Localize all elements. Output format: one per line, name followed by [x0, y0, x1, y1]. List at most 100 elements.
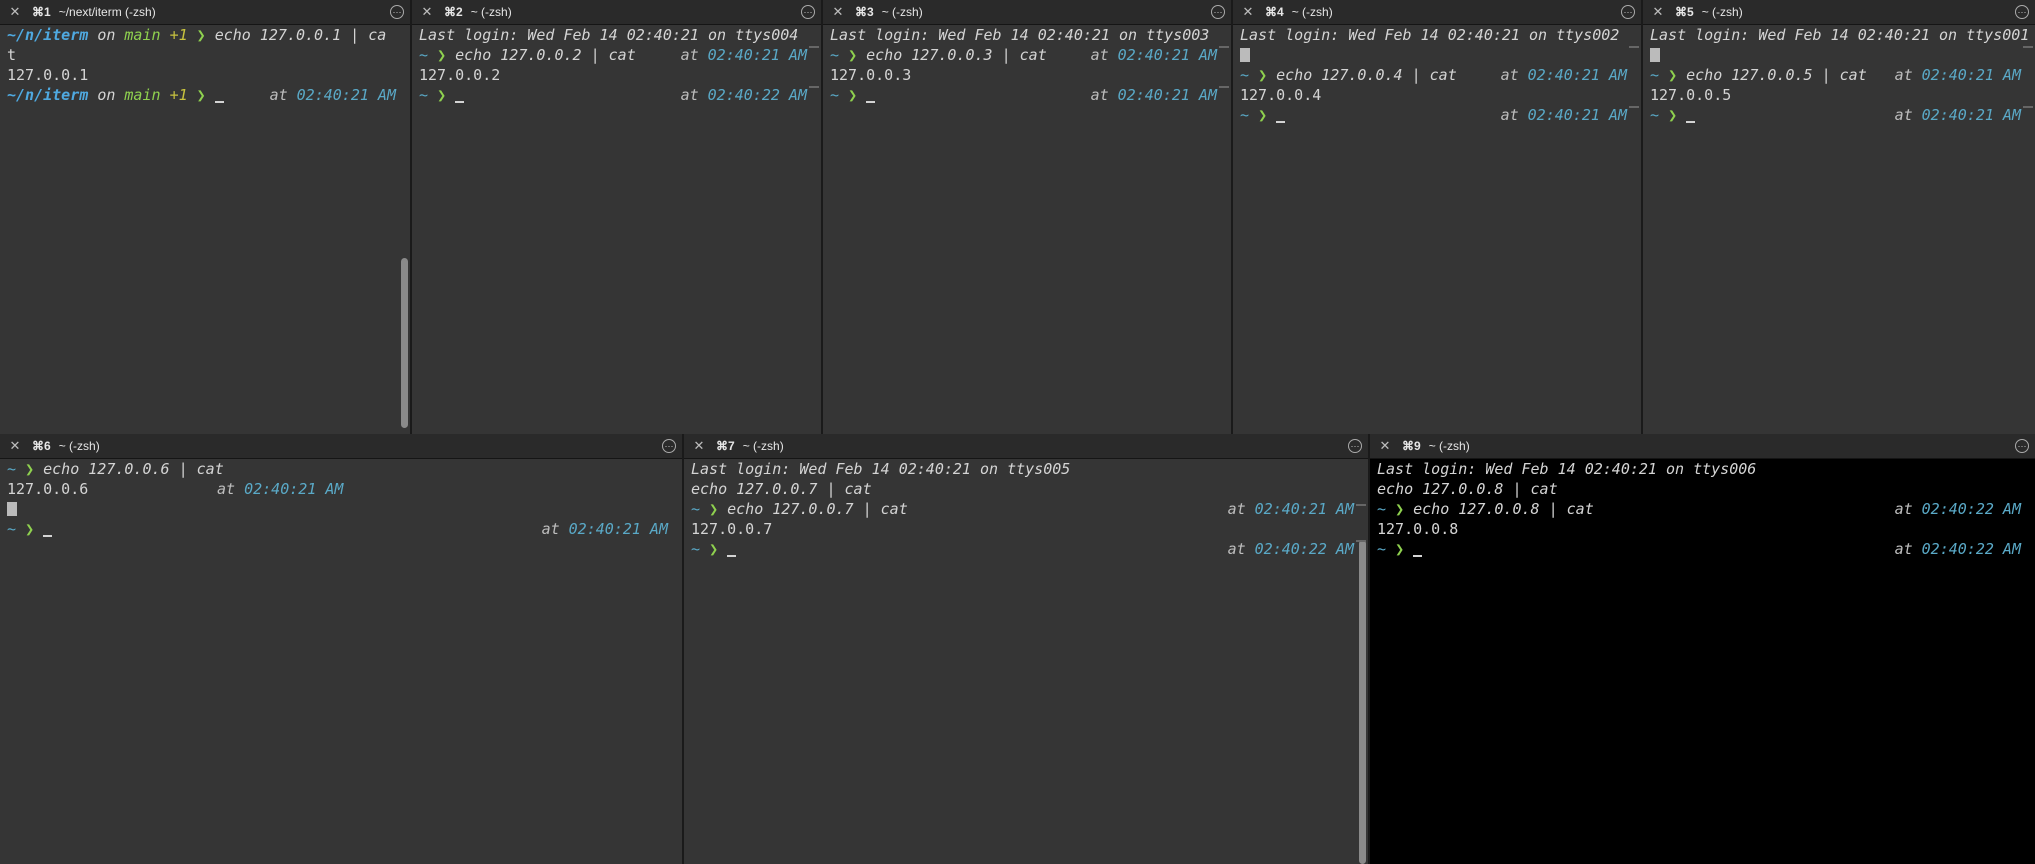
scroll-mark	[2023, 106, 2033, 108]
ellipsis-icon[interactable]: ···	[662, 439, 676, 453]
terminal-pane-5[interactable]: ✕ ⌘5 ~ (-zsh) ··· Last login: Wed Feb 14 02:…	[1643, 0, 2035, 434]
pane-tab[interactable]: ✕ ⌘5 ~ (-zsh) ···	[1643, 0, 2035, 25]
terminal-pane-7[interactable]: ✕ ⌘7 ~ (-zsh) ··· Last login: Wed Feb 14 02:…	[684, 434, 1370, 864]
tab-title: ~ (-zsh)	[470, 5, 512, 19]
terminal-pane-9[interactable]: ✕ ⌘9 ~ (-zsh) ··· Last login: Wed Feb 14 02:…	[1370, 434, 2035, 864]
terminal-pane-3[interactable]: ✕ ⌘3 ~ (-zsh) ··· Last login: Wed Feb 14 02:…	[823, 0, 1233, 434]
prompt-arrow-icon: ❯	[709, 500, 719, 518]
terminal-output[interactable]: Last login: Wed Feb 14 02:40:21 on ttys0…	[1643, 25, 2035, 434]
terminal-pane-1[interactable]: ✕ ⌘1 ~/next/iterm (-zsh) ··· ~/n/iterm on ma…	[0, 0, 412, 434]
on-text: on	[97, 26, 116, 44]
close-icon[interactable]: ✕	[8, 438, 22, 454]
pane-tab[interactable]: ✕ ⌘9 ~ (-zsh) ···	[1370, 434, 2035, 459]
terminal-output[interactable]: Last login: Wed Feb 14 02:40:21 on ttys0…	[1233, 25, 1641, 434]
prompt-arrow-icon: ❯	[1258, 66, 1268, 84]
tab-title: ~ (-zsh)	[742, 439, 784, 453]
terminal-line: 127.0.0.4	[1240, 85, 1641, 105]
terminal-output[interactable]: Last login: Wed Feb 14 02:40:21 on ttys0…	[684, 459, 1368, 864]
close-icon[interactable]: ✕	[1241, 4, 1255, 20]
prompt-arrow-icon: ❯	[848, 86, 858, 104]
top-pane-row: ✕ ⌘1 ~/next/iterm (-zsh) ··· ~/n/iterm on ma…	[0, 0, 2035, 434]
terminal-line: Last login: Wed Feb 14 02:40:21 on ttys0…	[691, 459, 1368, 479]
close-icon[interactable]: ✕	[831, 4, 845, 20]
at-label: at	[1894, 500, 1913, 518]
terminal-pane-6[interactable]: ✕ ⌘6 ~ (-zsh) ··· ~ ❯ echo 127.0.0.6 | cat 12…	[0, 434, 684, 864]
text-cursor	[866, 101, 876, 103]
tab-title: ~ (-zsh)	[58, 439, 100, 453]
timestamp: at 02:40:21 AM	[1895, 105, 2021, 125]
ellipsis-icon[interactable]: ···	[390, 5, 404, 19]
terminal-line: ~/n/iterm on main +1 ❯ at 02:40:21 AM	[7, 85, 410, 105]
at-label: at	[269, 86, 288, 104]
prompt-arrow-icon: ❯	[25, 520, 35, 538]
scrollbar-thumb[interactable]	[401, 258, 408, 428]
ellipsis-icon[interactable]: ···	[1621, 5, 1635, 19]
pane-tab[interactable]: ✕ ⌘7 ~ (-zsh) ···	[684, 434, 1368, 459]
pane-tab[interactable]: ✕ ⌘1 ~/next/iterm (-zsh) ···	[0, 0, 410, 25]
prompt-tilde: ~	[1240, 106, 1250, 124]
timestamp: at 02:40:21 AM	[1895, 65, 2021, 85]
ellipsis-icon[interactable]: ···	[1348, 439, 1362, 453]
git-branch: main	[124, 26, 161, 44]
close-icon[interactable]: ✕	[1378, 438, 1392, 454]
pane-tab[interactable]: ✕ ⌘2 ~ (-zsh) ···	[412, 0, 821, 25]
time-value: 02:40:21 AM	[1527, 66, 1627, 84]
text-cursor	[1276, 121, 1286, 123]
scroll-mark	[809, 86, 819, 88]
terminal-output[interactable]: ~ ❯ echo 127.0.0.6 | cat 127.0.0.6 at 02:4…	[0, 459, 682, 864]
cwd-path: ~/n/iterm	[7, 86, 89, 104]
terminal-line: 127.0.0.2	[419, 65, 821, 85]
time-value: 02:40:21 AM	[707, 46, 807, 64]
text-cursor	[727, 555, 737, 557]
time-value: 02:40:22 AM	[1921, 500, 2021, 518]
terminal-pane-4[interactable]: ✕ ⌘4 ~ (-zsh) ··· Last login: Wed Feb 14 02:…	[1233, 0, 1643, 434]
prompt-tilde: ~	[419, 86, 429, 104]
ellipsis-icon[interactable]: ···	[2015, 439, 2029, 453]
command-text: echo 127.0.0.6 | cat	[43, 460, 224, 478]
output-text: Last login: Wed Feb 14 02:40:21 on ttys0…	[419, 26, 799, 44]
terminal-line: Last login: Wed Feb 14 02:40:21 on ttys0…	[1240, 25, 1641, 45]
terminal-line: Last login: Wed Feb 14 02:40:21 on ttys0…	[1650, 25, 2035, 45]
terminal-pane-2[interactable]: ✕ ⌘2 ~ (-zsh) ··· Last login: Wed Feb 14 02:…	[412, 0, 823, 434]
ellipsis-icon[interactable]: ···	[801, 5, 815, 19]
close-icon[interactable]: ✕	[420, 4, 434, 20]
terminal-output[interactable]: ~/n/iterm on main +1 ❯ echo 127.0.0.1 | …	[0, 25, 410, 434]
tab-shortcut: ⌘7	[716, 439, 735, 453]
prompt-tilde: ~	[7, 460, 17, 478]
terminal-output[interactable]: Last login: Wed Feb 14 02:40:21 on ttys0…	[823, 25, 1231, 434]
timestamp: at 02:40:21 AM	[1501, 65, 1627, 85]
timestamp: at 02:40:21 AM	[1091, 45, 1217, 65]
pane-tab[interactable]: ✕ ⌘3 ~ (-zsh) ···	[823, 0, 1231, 25]
close-icon[interactable]: ✕	[692, 438, 706, 454]
time-value: 02:40:21 AM	[1117, 46, 1217, 64]
time-value: 02:40:21 AM	[1527, 106, 1627, 124]
ellipsis-icon[interactable]: ···	[1211, 5, 1225, 19]
time-value: 02:40:21 AM	[1117, 86, 1217, 104]
terminal-output[interactable]: Last login: Wed Feb 14 02:40:21 on ttys0…	[412, 25, 821, 434]
terminal-line: ~ ❯ at 02:40:21 AM	[7, 519, 682, 539]
close-icon[interactable]: ✕	[8, 4, 22, 20]
scrollbar-thumb[interactable]	[1359, 540, 1366, 864]
text-cursor	[1413, 555, 1423, 557]
at-label: at	[1894, 66, 1913, 84]
terminal-output[interactable]: Last login: Wed Feb 14 02:40:21 on ttys0…	[1370, 459, 2035, 864]
pane-tab[interactable]: ✕ ⌘6 ~ (-zsh) ···	[0, 434, 682, 459]
text-cursor	[43, 535, 53, 537]
output-text: 127.0.0.2	[419, 66, 501, 84]
timestamp: at 02:40:21 AM	[1228, 499, 1354, 519]
command-text: echo 127.0.0.3 | cat	[866, 46, 1047, 64]
terminal-line: 127.0.0.1	[7, 65, 410, 85]
ellipsis-icon[interactable]: ···	[2015, 5, 2029, 19]
pane-tab[interactable]: ✕ ⌘4 ~ (-zsh) ···	[1233, 0, 1641, 25]
terminal-line	[1650, 45, 2035, 65]
close-icon[interactable]: ✕	[1651, 4, 1665, 20]
terminal-line: echo 127.0.0.8 | cat	[1377, 479, 2035, 499]
terminal-line: Last login: Wed Feb 14 02:40:21 on ttys0…	[1377, 459, 2035, 479]
at-label: at	[1894, 106, 1913, 124]
prompt-arrow-icon: ❯	[25, 460, 35, 478]
output-text: Last login: Wed Feb 14 02:40:21 on ttys0…	[1650, 26, 2030, 44]
tab-shortcut: ⌘4	[1265, 5, 1284, 19]
timestamp: at 02:40:21 AM	[270, 85, 396, 105]
scroll-mark	[1629, 106, 1639, 108]
output-text: t	[7, 46, 17, 64]
